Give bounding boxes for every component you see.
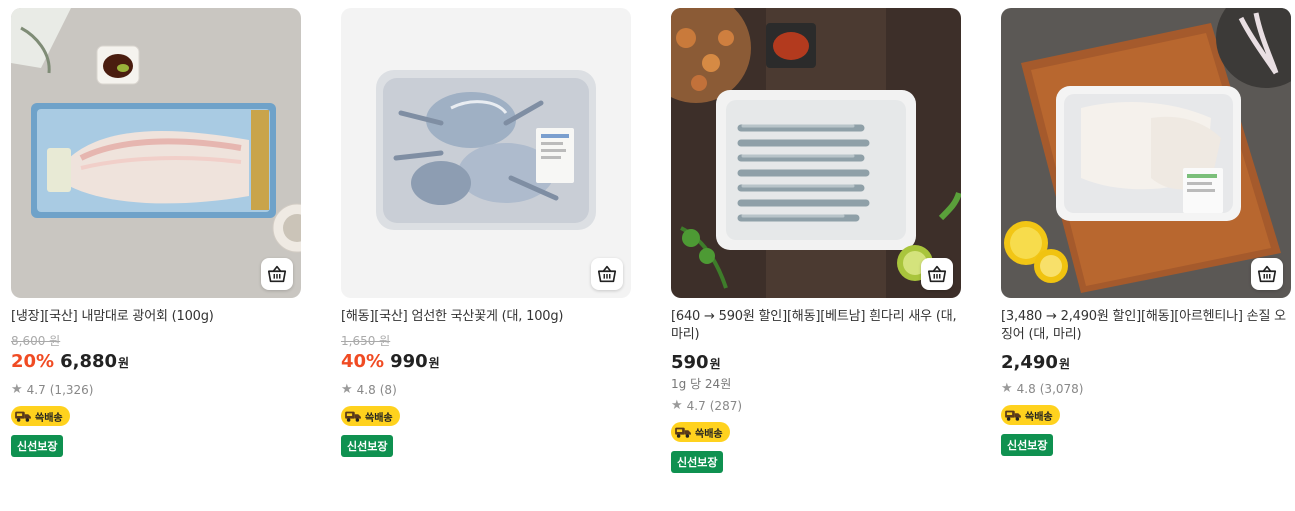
- basket-icon: [266, 263, 288, 285]
- rating: ★ 4.7 (287): [671, 398, 961, 413]
- basket-icon: [1256, 263, 1278, 285]
- fresh-guarantee-badge: 신선보장: [11, 435, 64, 457]
- rating-score: 4.8: [1016, 381, 1036, 396]
- price-row: 590원: [671, 352, 961, 373]
- product-image-crab[interactable]: [341, 8, 631, 298]
- star-icon: ★: [1001, 381, 1013, 396]
- add-to-cart-button[interactable]: [591, 258, 623, 290]
- rating: ★ 4.8 (8): [341, 382, 631, 397]
- fresh-guarantee-badge: 신선보장: [341, 435, 394, 457]
- rating-score: 4.8: [356, 382, 376, 397]
- star-icon: ★: [671, 398, 683, 413]
- sale-price: 990원: [390, 351, 440, 372]
- price-row: 2,490원: [1001, 352, 1291, 373]
- rating: ★ 4.8 (3,078): [1001, 381, 1291, 396]
- product-grid: [냉장][국산] 내맘대로 광어회 (100g) 8,600 원 20% 6,8…: [0, 0, 1295, 511]
- product-card[interactable]: [냉장][국산] 내맘대로 광어회 (100g) 8,600 원 20% 6,8…: [11, 8, 301, 457]
- truck-icon: [344, 409, 362, 423]
- discount-rate: 20%: [11, 351, 55, 372]
- rating: ★ 4.7 (1,326): [11, 382, 301, 397]
- truck-icon: [14, 409, 32, 423]
- truck-icon: [674, 425, 692, 439]
- discount-rate: 40%: [341, 351, 385, 372]
- review-count: (3,078): [1039, 381, 1084, 396]
- price-row: 20% 6,880원: [11, 351, 301, 372]
- review-count: (1,326): [49, 382, 94, 397]
- original-price: 8,600 원: [11, 334, 61, 348]
- ssg-delivery-badge: 쓱배송: [11, 406, 70, 426]
- product-image-shrimp[interactable]: [671, 8, 961, 298]
- sale-price: 2,490원: [1001, 352, 1070, 373]
- fresh-guarantee-badge: 신선보장: [1001, 434, 1054, 456]
- ssg-delivery-badge: 쓱배송: [671, 422, 730, 442]
- basket-icon: [926, 263, 948, 285]
- product-title[interactable]: [냉장][국산] 내맘대로 광어회 (100g): [11, 308, 301, 326]
- add-to-cart-button[interactable]: [1251, 258, 1283, 290]
- review-count: (8): [379, 382, 397, 397]
- price-row: 40% 990원: [341, 351, 631, 372]
- add-to-cart-button[interactable]: [261, 258, 293, 290]
- unit-price: 1g 당 24원: [671, 377, 732, 391]
- product-image-squid[interactable]: [1001, 8, 1291, 298]
- original-price: 1,650 원: [341, 334, 391, 348]
- sale-price: 590원: [671, 352, 721, 373]
- star-icon: ★: [341, 382, 353, 397]
- rating-score: 4.7: [26, 382, 46, 397]
- ssg-delivery-badge: 쓱배송: [341, 406, 400, 426]
- star-icon: ★: [11, 382, 23, 397]
- fresh-guarantee-badge: 신선보장: [671, 451, 724, 473]
- ssg-delivery-badge: 쓱배송: [1001, 405, 1060, 425]
- review-count: (287): [709, 398, 743, 413]
- product-card[interactable]: [해동][국산] 엄선한 국산꽃게 (대, 100g) 1,650 원 40% …: [341, 8, 631, 457]
- product-card[interactable]: [3,480 → 2,490원 할인][해동][아르헨티나] 손질 오징어 (대…: [1001, 8, 1291, 456]
- product-title[interactable]: [3,480 → 2,490원 할인][해동][아르헨티나] 손질 오징어 (대…: [1001, 308, 1291, 344]
- product-card[interactable]: [640 → 590원 할인][해동][베트남] 흰다리 새우 (대, 마리) …: [671, 8, 961, 473]
- product-image-flatfish[interactable]: [11, 8, 301, 298]
- basket-icon: [596, 263, 618, 285]
- truck-icon: [1004, 408, 1022, 422]
- add-to-cart-button[interactable]: [921, 258, 953, 290]
- product-title[interactable]: [해동][국산] 엄선한 국산꽃게 (대, 100g): [341, 308, 631, 326]
- rating-score: 4.7: [686, 398, 706, 413]
- sale-price: 6,880원: [60, 351, 130, 372]
- product-title[interactable]: [640 → 590원 할인][해동][베트남] 흰다리 새우 (대, 마리): [671, 308, 961, 344]
